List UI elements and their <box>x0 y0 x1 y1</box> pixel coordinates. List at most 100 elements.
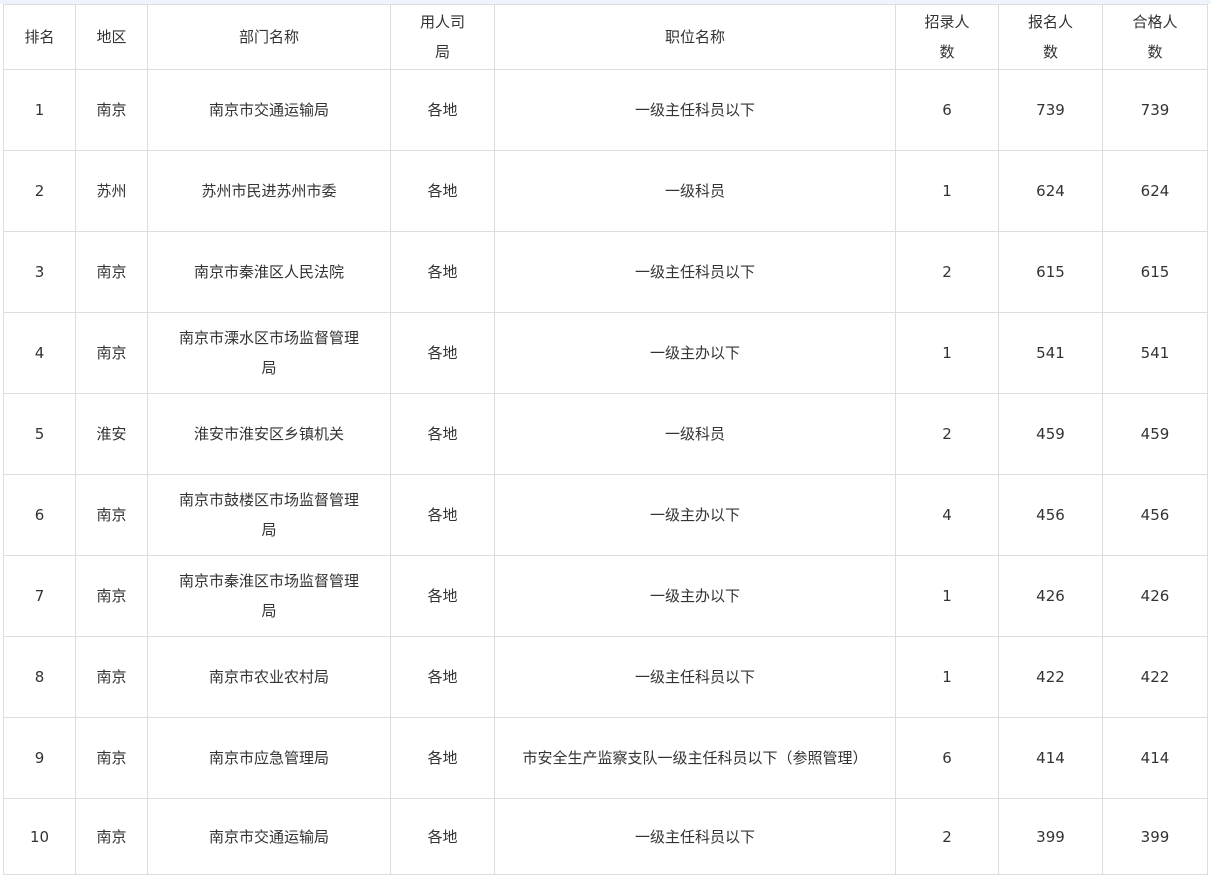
table-body: 1 南京 南京市交通运输局 各地 一级主任科员以下 6 739 739 2 苏州 苏州市民进苏州市委… <box>3 69 1208 875</box>
cell-bureau: 各地 <box>390 474 495 556</box>
cell-bureau: 各地 <box>390 231 495 313</box>
cell-applicants: 459 <box>998 393 1103 475</box>
cell-position: 一级主办以下 <box>494 474 896 556</box>
cell-position: 一级主办以下 <box>494 555 896 637</box>
cell-quota: 1 <box>895 636 999 718</box>
cell-rank: 3 <box>3 231 76 313</box>
cell-department: 南京市秦淮区人民法院 <box>147 231 391 313</box>
cell-department: 南京市农业农村局 <box>147 636 391 718</box>
cell-position: 一级主任科员以下 <box>494 798 896 875</box>
table-row: 1 南京 南京市交通运输局 各地 一级主任科员以下 6 739 739 <box>3 69 1208 151</box>
cell-department: 南京市溧水区市场监督管理局 <box>147 312 391 394</box>
cell-bureau: 各地 <box>390 798 495 875</box>
cell-quota: 1 <box>895 555 999 637</box>
header-region: 地区 <box>75 4 148 70</box>
cell-rank: 7 <box>3 555 76 637</box>
cell-bureau: 各地 <box>390 69 495 151</box>
cell-bureau: 各地 <box>390 393 495 475</box>
cell-qualified: 456 <box>1102 474 1208 556</box>
cell-quota: 2 <box>895 231 999 313</box>
cell-region: 南京 <box>75 636 148 718</box>
header-quota: 招录人数 <box>895 4 999 70</box>
table-row: 2 苏州 苏州市民进苏州市委 各地 一级科员 1 624 624 <box>3 150 1208 232</box>
cell-region: 淮安 <box>75 393 148 475</box>
cell-quota: 4 <box>895 474 999 556</box>
cell-department: 南京市应急管理局 <box>147 717 391 799</box>
cell-applicants: 399 <box>998 798 1103 875</box>
cell-applicants: 414 <box>998 717 1103 799</box>
cell-qualified: 739 <box>1102 69 1208 151</box>
cell-quota: 1 <box>895 150 999 232</box>
cell-position: 一级主办以下 <box>494 312 896 394</box>
cell-rank: 5 <box>3 393 76 475</box>
cell-region: 南京 <box>75 798 148 875</box>
cell-bureau: 各地 <box>390 717 495 799</box>
cell-applicants: 624 <box>998 150 1103 232</box>
table-header: 排名 地区 部门名称 用人司局 职位名称 招录人数 报名人数 合格人数 <box>3 4 1208 70</box>
cell-quota: 2 <box>895 393 999 475</box>
cell-quota: 6 <box>895 69 999 151</box>
cell-qualified: 615 <box>1102 231 1208 313</box>
cell-position: 一级主任科员以下 <box>494 231 896 313</box>
table-row: 8 南京 南京市农业农村局 各地 一级主任科员以下 1 422 422 <box>3 636 1208 718</box>
cell-bureau: 各地 <box>390 150 495 232</box>
cell-region: 南京 <box>75 555 148 637</box>
table-row: 4 南京 南京市溧水区市场监督管理局 各地 一级主办以下 1 541 541 <box>3 312 1208 394</box>
cell-qualified: 426 <box>1102 555 1208 637</box>
header-bureau: 用人司局 <box>390 4 495 70</box>
table-row: 10 南京 南京市交通运输局 各地 一级主任科员以下 2 399 399 <box>3 798 1208 875</box>
cell-rank: 10 <box>3 798 76 875</box>
cell-rank: 2 <box>3 150 76 232</box>
cell-bureau: 各地 <box>390 555 495 637</box>
cell-region: 南京 <box>75 69 148 151</box>
cell-applicants: 615 <box>998 231 1103 313</box>
table-row: 3 南京 南京市秦淮区人民法院 各地 一级主任科员以下 2 615 615 <box>3 231 1208 313</box>
cell-qualified: 422 <box>1102 636 1208 718</box>
header-qualified: 合格人数 <box>1102 4 1208 70</box>
cell-applicants: 739 <box>998 69 1103 151</box>
header-rank: 排名 <box>3 4 76 70</box>
cell-department: 南京市交通运输局 <box>147 69 391 151</box>
table-row: 6 南京 南京市鼓楼区市场监督管理局 各地 一级主办以下 4 456 456 <box>3 474 1208 556</box>
cell-department: 南京市秦淮区市场监督管理局 <box>147 555 391 637</box>
table-row: 5 淮安 淮安市淮安区乡镇机关 各地 一级科员 2 459 459 <box>3 393 1208 475</box>
cell-department: 淮安市淮安区乡镇机关 <box>147 393 391 475</box>
cell-position: 一级主任科员以下 <box>494 69 896 151</box>
cell-quota: 6 <box>895 717 999 799</box>
cell-bureau: 各地 <box>390 636 495 718</box>
cell-qualified: 541 <box>1102 312 1208 394</box>
cell-department: 苏州市民进苏州市委 <box>147 150 391 232</box>
cell-rank: 6 <box>3 474 76 556</box>
cell-rank: 4 <box>3 312 76 394</box>
cell-position: 一级科员 <box>494 393 896 475</box>
cell-applicants: 456 <box>998 474 1103 556</box>
recruitment-table: 排名 地区 部门名称 用人司局 职位名称 招录人数 报名人数 合格人数 1 南京南… <box>3 4 1208 875</box>
cell-qualified: 459 <box>1102 393 1208 475</box>
cell-rank: 9 <box>3 717 76 799</box>
table-row: 7 南京 南京市秦淮区市场监督管理局 各地 一级主办以下 1 426 426 <box>3 555 1208 637</box>
cell-region: 南京 <box>75 474 148 556</box>
cell-position: 一级科员 <box>494 150 896 232</box>
cell-department: 南京市鼓楼区市场监督管理局 <box>147 474 391 556</box>
cell-bureau: 各地 <box>390 312 495 394</box>
cell-qualified: 399 <box>1102 798 1208 875</box>
cell-quota: 2 <box>895 798 999 875</box>
cell-position: 一级主任科员以下 <box>494 636 896 718</box>
cell-qualified: 414 <box>1102 717 1208 799</box>
header-position: 职位名称 <box>494 4 896 70</box>
header-department: 部门名称 <box>147 4 391 70</box>
header-applicants: 报名人数 <box>998 4 1103 70</box>
cell-department: 南京市交通运输局 <box>147 798 391 875</box>
cell-applicants: 422 <box>998 636 1103 718</box>
cell-rank: 1 <box>3 69 76 151</box>
cell-qualified: 624 <box>1102 150 1208 232</box>
cell-applicants: 541 <box>998 312 1103 394</box>
cell-quota: 1 <box>895 312 999 394</box>
table-row: 9 南京 南京市应急管理局 各地 市安全生产监察支队一级主任科员以下（参照管理） 6 414… <box>3 717 1208 799</box>
cell-applicants: 426 <box>998 555 1103 637</box>
header-row: 排名 地区 部门名称 用人司局 职位名称 招录人数 报名人数 合格人数 <box>3 4 1208 70</box>
cell-region: 苏州 <box>75 150 148 232</box>
cell-region: 南京 <box>75 312 148 394</box>
cell-rank: 8 <box>3 636 76 718</box>
cell-region: 南京 <box>75 231 148 313</box>
